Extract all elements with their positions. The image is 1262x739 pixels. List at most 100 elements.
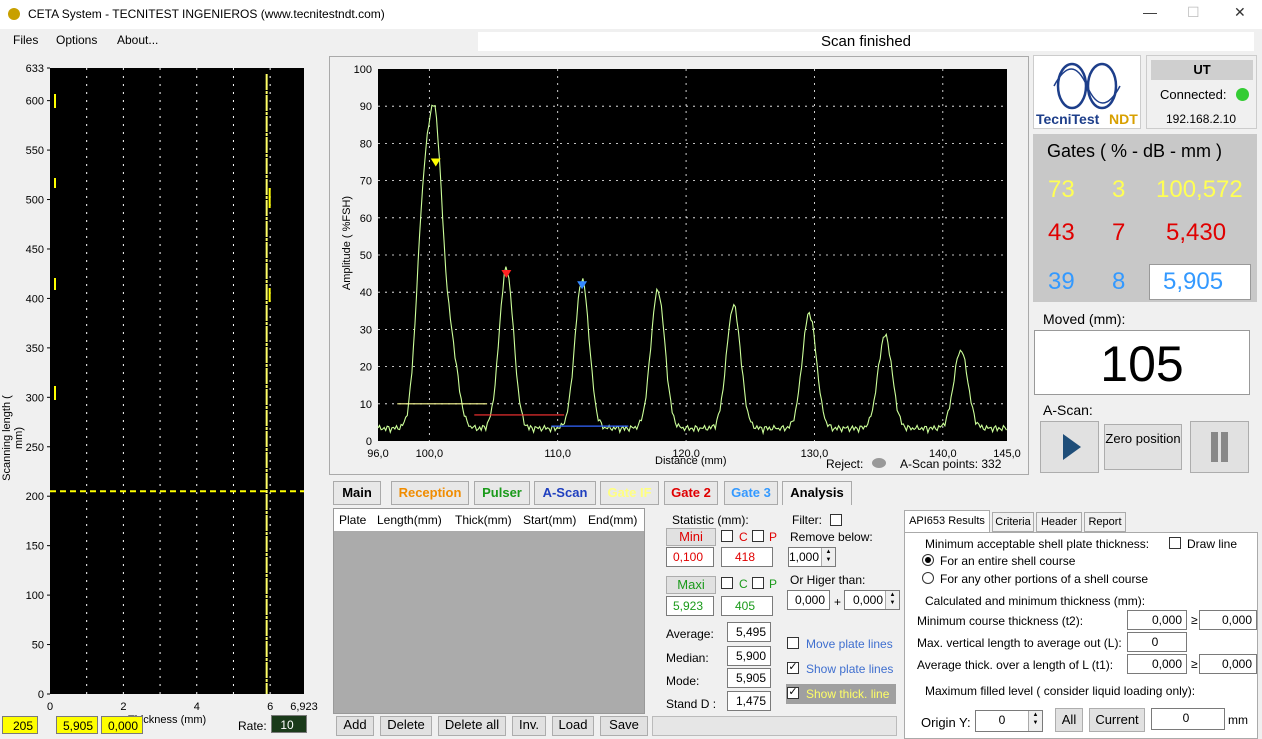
cscan-y-tick: 350 (26, 343, 44, 355)
play-button[interactable] (1040, 421, 1099, 473)
mini-p-checkbox[interactable] (752, 530, 764, 542)
ascan-y-tick: 0 (366, 436, 372, 448)
moved-value: 105 (1034, 330, 1250, 395)
app-icon (8, 8, 20, 20)
tab-gate-if[interactable]: Gate IF (600, 481, 659, 505)
maxi-p-checkbox[interactable] (752, 577, 764, 589)
analysis-panel: Plate Length(mm) Thick(mm) Start(mm) End… (330, 505, 900, 739)
maxi-c-label: C (739, 577, 748, 591)
std-label: Stand D : (666, 697, 717, 711)
col-end: End(mm) (588, 513, 638, 527)
move-lines-checkbox[interactable] (787, 637, 799, 649)
median-label: Median: (666, 651, 709, 665)
gate3-pct: 39 (1048, 268, 1075, 295)
api-tab-criteria[interactable]: Criteria (992, 512, 1034, 532)
maxi-count: 405 (721, 596, 773, 616)
show-lines-checkbox[interactable]: ✓ (787, 662, 799, 674)
tab-reception[interactable]: Reception (391, 481, 469, 505)
api-tab-header[interactable]: Header (1036, 512, 1082, 532)
cscan-plot[interactable]: 6336005505004504003503002502001501005000… (0, 56, 326, 739)
col-length: Length(mm) (377, 513, 442, 527)
stats-title: Statistic (mm): (672, 513, 749, 527)
plates-table[interactable]: Plate Length(mm) Thick(mm) Start(mm) End… (333, 508, 645, 714)
gate1-db: 3 (1112, 176, 1126, 203)
draw-line-checkbox[interactable] (1169, 537, 1181, 549)
ascan-chart[interactable]: 010203040506070809010096,0 100,0 110,0 120,… (330, 57, 1028, 474)
tab-pulser[interactable]: Pulser (474, 481, 530, 505)
opt-other-radio[interactable] (922, 572, 934, 584)
t1-ge: ≥ (1191, 657, 1198, 671)
current-button[interactable]: Current (1089, 708, 1145, 732)
delete-button[interactable]: Delete (380, 716, 432, 736)
tab-main[interactable]: Main (333, 481, 381, 505)
mini-value: 0,100 (666, 547, 714, 567)
cscan-x-tick: 6,923 (290, 701, 318, 713)
add-button[interactable]: Add (336, 716, 374, 736)
api-tab-report[interactable]: Report (1084, 512, 1126, 532)
pause-button[interactable] (1190, 421, 1249, 473)
cscan-thick-field[interactable]: 5,905 (56, 716, 98, 734)
pause-icon (1211, 432, 1228, 462)
move-lines-label: Move plate lines (806, 637, 893, 651)
rate-field[interactable]: 10 (271, 715, 307, 733)
show-thick-checkbox[interactable]: ✓ (787, 687, 799, 699)
delete-all-button[interactable]: Delete all (438, 716, 506, 736)
maxi-p-label: P (769, 577, 778, 591)
reject-label: Reject: (826, 457, 864, 471)
tab-gate2[interactable]: Gate 2 (664, 481, 718, 505)
cscan-y-tick: 100 (26, 590, 44, 602)
tab-gate3[interactable]: Gate 3 (724, 481, 778, 505)
fill-title: Maximum filled level ( consider liquid l… (925, 684, 1196, 698)
cscan-y-tick: 600 (26, 96, 44, 108)
window-title: CETA System - TECNITEST INGENIEROS (www.… (28, 7, 385, 21)
reject-led-icon[interactable] (872, 458, 886, 468)
zero-position-button[interactable]: Zero position (1104, 424, 1182, 470)
api-tab-results[interactable]: API653 Results (904, 510, 990, 532)
show-lines-label: Show plate lines (806, 662, 894, 676)
invert-button[interactable]: Inv. (512, 716, 546, 736)
remove-below-spinner[interactable]: ▲ ▼ (821, 548, 835, 566)
gate2-db: 7 (1112, 219, 1126, 246)
maximize-button[interactable]: ☐ (1187, 4, 1200, 21)
gate2-mm: 5,430 (1166, 219, 1227, 246)
save-button[interactable]: Save (600, 716, 648, 736)
maxi-c-checkbox[interactable] (721, 577, 733, 589)
menu-files[interactable]: Files (13, 33, 38, 47)
t1-min-field[interactable]: 0,000 (1199, 654, 1257, 674)
tab-ascan[interactable]: A-Scan (534, 481, 596, 505)
t2-ge: ≥ (1191, 613, 1198, 627)
menu-options[interactable]: Options (56, 33, 97, 47)
origin-spinner[interactable]: ▲ ▼ (1028, 711, 1042, 731)
gate1-pct: 73 (1048, 176, 1075, 203)
maxi-value: 5,923 (666, 596, 714, 616)
gate2-pct: 43 (1048, 219, 1075, 246)
opt-entire-label: For an entire shell course (940, 554, 1076, 568)
mini-button[interactable]: Mini (666, 528, 716, 546)
maxi-button[interactable]: Maxi (666, 576, 716, 594)
tab-analysis[interactable]: Analysis (782, 481, 852, 505)
minimize-button[interactable]: — (1143, 4, 1157, 20)
higher-field-1[interactable]: 0,000 (787, 590, 830, 610)
device-ip: 192.168.2.10 (1166, 112, 1237, 126)
filter-checkbox[interactable] (830, 514, 842, 526)
load-button[interactable]: Load (552, 716, 594, 736)
t2-min-field[interactable]: 0,000 (1199, 610, 1257, 630)
higher-spinner[interactable]: ▲ ▼ (885, 591, 899, 609)
mode-value: 5,905 (727, 668, 771, 688)
mini-c-checkbox[interactable] (721, 530, 733, 542)
l-field[interactable]: 0 (1127, 632, 1187, 652)
menu-about[interactable]: About... (117, 33, 158, 47)
opt-entire-radio[interactable] (922, 554, 934, 566)
close-button[interactable]: ✕ (1234, 4, 1246, 21)
logo-text: TecniTest (1036, 111, 1100, 127)
cscan-ylabel: Scanning length ( mm) (1, 395, 25, 481)
higher-label: Or Higer than: (790, 573, 866, 587)
cscan-val-field[interactable]: 0,000 (101, 716, 143, 734)
cscan-mark (54, 278, 56, 290)
mini-p-label: P (769, 530, 778, 544)
cscan-pos-field[interactable]: 205 (2, 716, 38, 734)
calc-title: Calculated and minimum thickness (mm): (925, 594, 1146, 608)
all-button[interactable]: All (1055, 708, 1083, 732)
company-logo: TecniTest NDT (1033, 55, 1141, 129)
current-field[interactable]: 0 (1151, 708, 1225, 730)
